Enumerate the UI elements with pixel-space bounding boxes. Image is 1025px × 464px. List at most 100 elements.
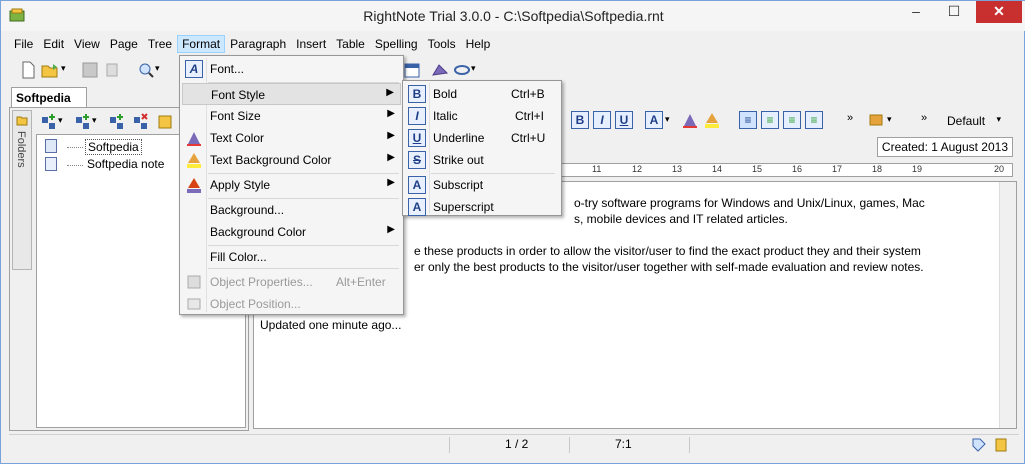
tree-connector xyxy=(67,165,83,166)
link-dropdown-icon[interactable]: ▾ xyxy=(471,63,489,81)
font-style-submenu: B Bold Ctrl+B I Italic Ctrl+I U Underlin… xyxy=(402,80,562,216)
menu-item-shortcut: Ctrl+I xyxy=(515,109,545,123)
menu-item-font[interactable]: A Font... xyxy=(182,58,401,80)
menu-item-text-color[interactable]: Text Color ▶ xyxy=(182,127,401,149)
bold-icon: B xyxy=(408,85,426,103)
menu-item-strike-out[interactable]: S Strike out xyxy=(405,149,559,171)
search-icon[interactable] xyxy=(137,61,155,79)
page-indicator: 1 / 2 xyxy=(505,437,529,451)
ruler-label: 15 xyxy=(752,164,763,174)
font-button[interactable]: A xyxy=(645,111,663,129)
menu-help[interactable]: Help xyxy=(461,35,496,53)
menu-item-label: Object Position... xyxy=(210,297,301,311)
add-sibling-icon[interactable] xyxy=(108,113,126,131)
editor-line: o-try software programs for Windows and … xyxy=(574,196,925,210)
menu-item-shortcut: Ctrl+U xyxy=(511,131,546,145)
highlight-icon[interactable] xyxy=(867,111,885,129)
ruler-label: 13 xyxy=(672,164,683,174)
open-dropdown-icon[interactable]: ▾ xyxy=(61,63,79,81)
menu-item-label: Apply Style xyxy=(210,178,271,192)
ruler-label: 18 xyxy=(872,164,883,174)
menu-insert[interactable]: Insert xyxy=(291,35,331,53)
menu-table[interactable]: Table xyxy=(331,35,370,53)
menu-item-label: Superscript xyxy=(433,200,494,214)
tag-icon[interactable] xyxy=(971,437,987,453)
menu-item-object-position: Object Position... xyxy=(182,293,401,315)
app-window: RightNote Trial 3.0.0 - C:\Softpedia\Sof… xyxy=(0,0,1025,464)
menu-edit[interactable]: Edit xyxy=(38,35,69,53)
add-node-icon[interactable] xyxy=(40,113,58,131)
delete-node-icon[interactable] xyxy=(132,113,150,131)
close-button[interactable]: ✕ xyxy=(976,1,1022,23)
menu-spelling[interactable]: Spelling xyxy=(370,35,423,53)
tree-connector xyxy=(67,147,83,148)
menu-item-background-color[interactable]: Background Color ▶ xyxy=(182,221,401,243)
open-icon[interactable] xyxy=(41,61,59,79)
ruler-label: 12 xyxy=(632,164,643,174)
menu-file[interactable]: File xyxy=(9,35,38,53)
menu-item-superscript[interactable]: A Superscript xyxy=(405,196,559,218)
title-bar: RightNote Trial 3.0.0 - C:\Softpedia\Sof… xyxy=(1,1,1025,31)
status-bar: 1 / 2 7:1 xyxy=(9,434,1019,454)
menu-item-object-properties: Object Properties... Alt+Enter xyxy=(182,271,401,293)
save-icon[interactable] xyxy=(81,61,99,79)
format-menu: A Font... Font Style ▶ Font Size ▶ Text … xyxy=(179,55,404,315)
add-child-icon[interactable] xyxy=(74,113,92,131)
bold-button[interactable]: B xyxy=(571,111,589,129)
tab-softpedia[interactable]: Softpedia xyxy=(11,87,87,108)
menu-item-apply-style[interactable]: Apply Style ▶ xyxy=(182,174,401,196)
calendar-icon[interactable] xyxy=(403,61,421,79)
menu-item-label: Object Properties... xyxy=(210,275,313,289)
editor-line: Updated one minute ago... xyxy=(260,318,402,332)
overflow-chevron-icon[interactable]: » xyxy=(847,112,865,130)
menu-item-background[interactable]: Background... xyxy=(182,199,401,221)
editor-line: e these products in order to allow the v… xyxy=(414,244,921,258)
menu-tools[interactable]: Tools xyxy=(423,35,461,53)
status-divider xyxy=(689,437,690,453)
justify-button[interactable]: ≡ xyxy=(805,111,823,129)
menu-item-underline[interactable]: U Underline Ctrl+U xyxy=(405,127,559,149)
style-dropdown[interactable]: Default ▾ xyxy=(943,112,1003,130)
folders-side-tab[interactable]: Folders xyxy=(12,110,32,270)
menu-paragraph[interactable]: Paragraph xyxy=(225,35,291,53)
menu-item-italic[interactable]: I Italic Ctrl+I xyxy=(405,105,559,127)
link-icon[interactable] xyxy=(453,61,471,79)
apply-style-icon xyxy=(187,178,201,193)
highlight-dropdown-icon[interactable]: ▾ xyxy=(887,114,905,132)
minimize-button[interactable]: – xyxy=(902,1,930,23)
text-bg-color-icon[interactable] xyxy=(703,111,721,129)
menu-item-bold[interactable]: B Bold Ctrl+B xyxy=(405,83,559,105)
underline-button[interactable]: U xyxy=(615,111,633,129)
align-right-button[interactable]: ≡ xyxy=(783,111,801,129)
align-left-button[interactable]: ≡ xyxy=(739,111,757,129)
text-color-icon xyxy=(187,132,201,146)
menu-page[interactable]: Page xyxy=(105,35,143,53)
vertical-scrollbar[interactable] xyxy=(999,182,1016,428)
align-center-button[interactable]: ≡ xyxy=(761,111,779,129)
menu-item-font-style[interactable]: Font Style ▶ xyxy=(182,83,401,105)
menu-item-text-background-color[interactable]: Text Background Color ▶ xyxy=(182,149,401,171)
menu-format[interactable]: Format xyxy=(177,35,226,53)
text-color-icon[interactable] xyxy=(681,111,699,129)
status-divider xyxy=(569,437,570,453)
notes-icon[interactable] xyxy=(993,437,1009,453)
new-icon[interactable] xyxy=(19,61,37,79)
menu-separator xyxy=(208,268,399,269)
print-icon[interactable] xyxy=(103,61,121,79)
spellcheck-icon[interactable] xyxy=(431,61,449,79)
menu-view[interactable]: View xyxy=(69,35,105,53)
menu-item-label: Italic xyxy=(433,109,458,123)
italic-button[interactable]: I xyxy=(593,111,611,129)
format-toolbar: B I U A ▾ ≡ ≡ ≡ ≡ » ▾ » Default ▾ xyxy=(571,109,1019,133)
menu-tree[interactable]: Tree xyxy=(143,35,177,53)
menu-item-font-size[interactable]: Font Size ▶ xyxy=(182,105,401,127)
overflow-chevron-icon[interactable]: » xyxy=(921,112,939,130)
search-dropdown-icon[interactable]: ▾ xyxy=(155,63,173,81)
menu-item-subscript[interactable]: A Subscript xyxy=(405,174,559,196)
maximize-button[interactable]: ☐ xyxy=(940,1,968,23)
menu-item-fill-color[interactable]: Fill Color... xyxy=(182,246,401,268)
tree-options-icon[interactable] xyxy=(156,113,174,131)
menu-item-label: Text Color xyxy=(210,131,265,145)
submenu-arrow-icon: ▶ xyxy=(387,224,395,235)
menu-item-shortcut: Alt+Enter xyxy=(336,275,386,289)
